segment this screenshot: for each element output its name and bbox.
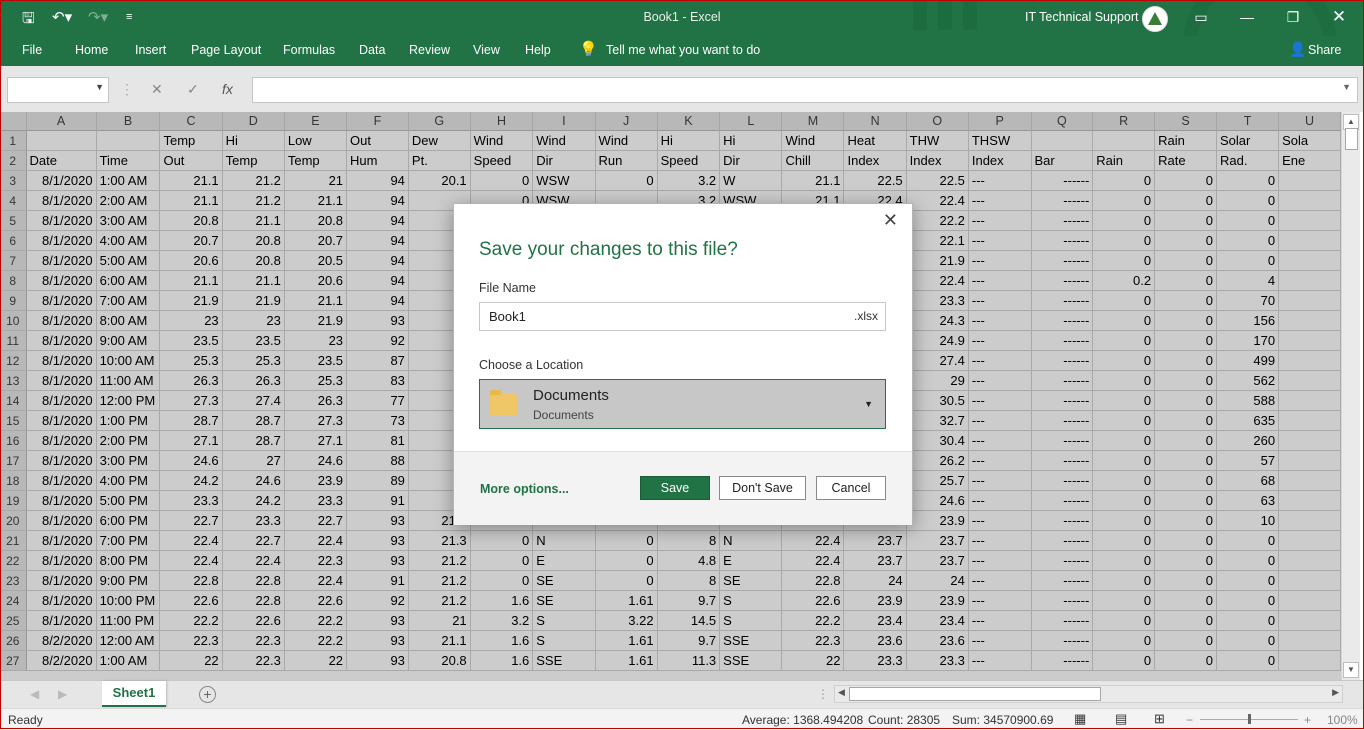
avatar[interactable] — [1142, 6, 1168, 32]
horizontal-scroll-thumb[interactable] — [849, 687, 1101, 701]
vertical-scroll-thumb[interactable] — [1345, 128, 1358, 150]
name-box[interactable]: ▼ — [7, 77, 109, 103]
share-button[interactable]: Share — [1308, 43, 1341, 57]
location-dropdown[interactable]: Documents Documents ▼ — [479, 379, 886, 429]
save-changes-dialog: ✕ Save your changes to this file? File N… — [453, 203, 913, 525]
tab-home[interactable]: Home — [75, 43, 108, 57]
tab-formulas[interactable]: Formulas — [283, 43, 335, 57]
user-name[interactable]: IT Technical Support — [1025, 10, 1139, 24]
sheet-next-icon[interactable]: ▶ — [58, 687, 67, 701]
sheet-prev-icon[interactable]: ◀ — [30, 687, 39, 701]
ribbon-tabs: File Home Insert Page Layout Formulas Da… — [0, 36, 1364, 66]
zoom-in-icon[interactable]: + — [1304, 713, 1311, 727]
location-label: Choose a Location — [479, 358, 584, 372]
cancel-button[interactable]: Cancel — [816, 476, 886, 500]
share-person-icon: 👤 — [1289, 41, 1307, 57]
tell-me-box[interactable]: Tell me what you want to do — [606, 43, 760, 57]
minimize-button[interactable]: — — [1232, 6, 1262, 28]
vertical-scrollbar[interactable]: ▲ ▼ — [1341, 112, 1360, 680]
page-layout-view-icon[interactable]: ▤ — [1115, 711, 1127, 727]
zoom-out-icon[interactable]: − — [1186, 713, 1193, 727]
file-name-input[interactable] — [489, 307, 829, 325]
tab-help[interactable]: Help — [525, 43, 551, 57]
file-name-label: File Name — [479, 281, 536, 295]
tab-insert[interactable]: Insert — [135, 43, 166, 57]
close-button[interactable]: ✕ — [1324, 6, 1354, 28]
status-bar: Ready Average: 1368.494208 Count: 28305 … — [0, 708, 1364, 730]
zoom-slider-thumb[interactable] — [1248, 714, 1251, 724]
formula-input[interactable]: ▼ — [252, 77, 1358, 103]
zoom-level[interactable]: 100% — [1327, 713, 1358, 727]
more-options-link[interactable]: More options... — [480, 482, 569, 496]
save-button[interactable]: Save — [640, 476, 710, 500]
folder-icon — [490, 390, 517, 416]
status-average[interactable]: Average: 1368.494208 — [742, 713, 863, 727]
location-name: Documents — [533, 387, 609, 404]
tab-view[interactable]: View — [473, 43, 500, 57]
tab-review[interactable]: Review — [409, 43, 450, 57]
status-count[interactable]: Count: 28305 — [868, 713, 940, 727]
scroll-right-icon[interactable]: ▶ — [1332, 687, 1339, 698]
chevron-down-icon[interactable]: ▼ — [864, 399, 873, 409]
horizontal-scrollbar[interactable]: ◀ ▶ — [834, 685, 1343, 703]
sheet-tab[interactable]: Sheet1 — [102, 681, 166, 707]
ribbon-display-options-icon[interactable]: ▭ — [1186, 6, 1216, 28]
dont-save-button[interactable]: Don't Save — [719, 476, 806, 500]
dialog-title: Save your changes to this file? — [479, 239, 738, 260]
page-break-view-icon[interactable]: ⊞ — [1154, 711, 1165, 727]
restore-button[interactable]: ❐ — [1278, 6, 1308, 28]
title-bar: 🖫 ↶▾ ↷▾ ≡ Book1 - Excel IT Technical Sup… — [0, 0, 1364, 66]
tab-data[interactable]: Data — [359, 43, 385, 57]
insert-function-icon[interactable]: fx — [222, 81, 233, 97]
dialog-footer: More options... Save Don't Save Cancel — [454, 451, 912, 525]
more-icon: ⋮ — [817, 687, 829, 701]
add-sheet-icon[interactable]: + — [199, 686, 216, 703]
file-name-field[interactable]: .xlsx — [479, 302, 886, 331]
confirm-entry-icon: ✓ — [187, 81, 199, 97]
status-ready: Ready — [8, 713, 43, 727]
lightbulb-icon: 💡 — [579, 41, 598, 58]
file-extension: .xlsx — [854, 309, 878, 323]
expand-formula-bar-icon[interactable]: ▼ — [1342, 82, 1351, 92]
normal-view-icon[interactable]: ▦ — [1074, 711, 1086, 727]
tab-page-layout[interactable]: Page Layout — [191, 43, 261, 57]
chevron-down-icon[interactable]: ▼ — [95, 82, 104, 92]
close-icon[interactable]: ✕ — [883, 210, 898, 231]
scroll-down-icon[interactable]: ▼ — [1343, 662, 1359, 678]
scroll-left-icon[interactable]: ◀ — [838, 687, 845, 698]
status-sum[interactable]: Sum: 34570900.69 — [952, 713, 1053, 727]
more-icon: ⋮ — [120, 81, 134, 97]
location-path: Documents — [533, 408, 594, 422]
tab-file[interactable]: File — [22, 43, 42, 57]
cancel-entry-icon: ✕ — [151, 81, 163, 97]
